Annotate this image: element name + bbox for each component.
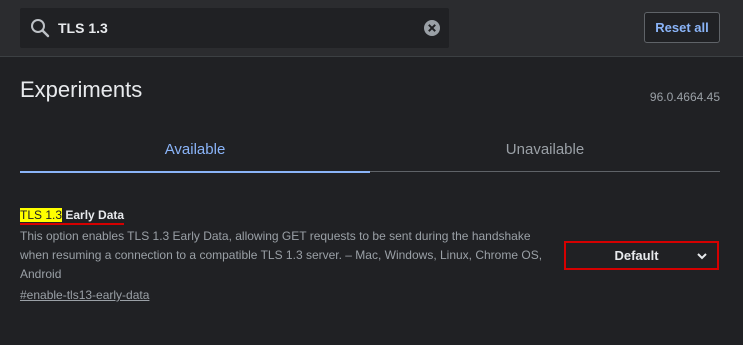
select-value: Default — [614, 248, 659, 263]
tab-unavailable[interactable]: Unavailable — [370, 127, 720, 172]
chevron-down-icon — [693, 247, 711, 265]
tab-available[interactable]: Available — [20, 127, 370, 173]
experiment-title-rest: Early Data — [62, 208, 125, 222]
experiment-title: TLS 1.3 Early Data — [20, 207, 125, 225]
version-label: 96.0.4664.45 — [649, 90, 720, 104]
experiment-description: This option enables TLS 1.3 Early Data, … — [20, 229, 543, 281]
reset-all-button[interactable]: Reset all — [644, 12, 720, 43]
experiment-item: TLS 1.3 Early Data This option enables T… — [20, 206, 720, 302]
clear-icon[interactable] — [423, 19, 441, 37]
experiment-state-select[interactable]: Default — [564, 241, 719, 270]
search-icon — [30, 18, 50, 38]
search-input[interactable] — [58, 8, 398, 48]
search-highlight: TLS 1.3 — [20, 208, 63, 222]
header-bar: Reset all — [0, 0, 743, 57]
search-box[interactable] — [20, 8, 449, 48]
page-title: Experiments — [20, 77, 143, 102]
experiment-permalink[interactable]: #enable-tls13-early-data — [20, 288, 149, 302]
tab-bar: Available Unavailable — [20, 127, 720, 173]
